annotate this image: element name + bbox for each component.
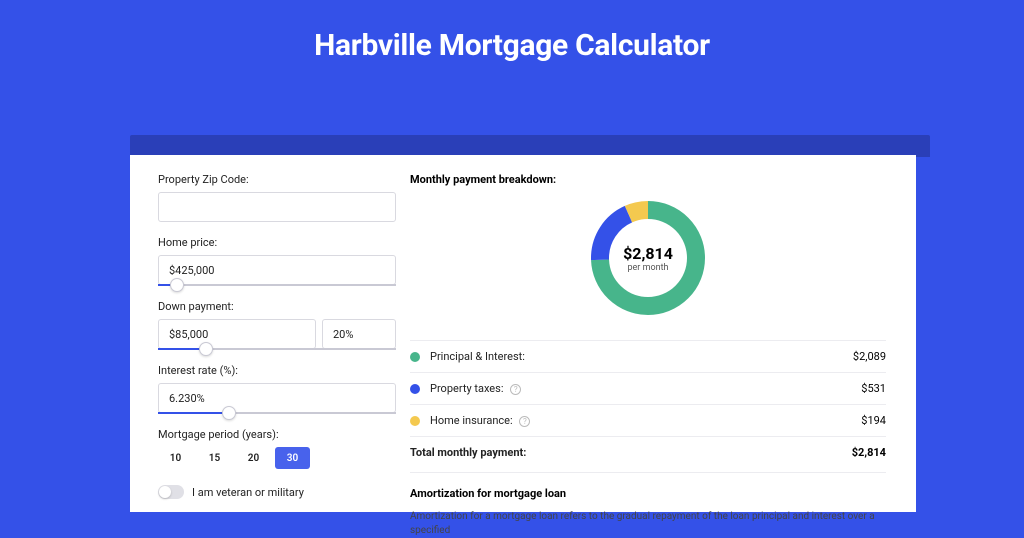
price-label: Home price: xyxy=(158,236,410,249)
zip-input[interactable] xyxy=(158,192,396,222)
amortization-text: Amortization for a mortgage loan refers … xyxy=(410,510,886,538)
legend-principal: Principal & Interest: $2,089 xyxy=(410,340,886,372)
donut-label: per month xyxy=(627,263,668,273)
breakdown-column: Monthly payment breakdown: $2,814 per mo… xyxy=(410,155,916,512)
legend-label-principal: Principal & Interest: xyxy=(430,350,853,363)
legend-label-insurance: Home insurance: ? xyxy=(430,414,861,427)
veteran-toggle[interactable] xyxy=(158,485,184,499)
price-slider-thumb[interactable] xyxy=(170,278,184,292)
donut-chart-container: $2,814 per month xyxy=(410,198,886,318)
form-column: Property Zip Code: Home price: $425,000 … xyxy=(130,155,410,512)
legend-dot-taxes xyxy=(410,384,420,394)
donut-amount: $2,814 xyxy=(623,244,673,263)
donut-center: $2,814 per month xyxy=(588,198,708,318)
down-payment-label: Down payment: xyxy=(158,300,410,313)
legend-dot-principal xyxy=(410,352,420,362)
page-title: Harbville Mortgage Calculator xyxy=(0,0,1024,87)
period-option-20[interactable]: 20 xyxy=(236,447,271,469)
period-options: 10 15 20 30 xyxy=(158,447,410,469)
help-icon[interactable]: ? xyxy=(519,416,530,427)
breakdown-title: Monthly payment breakdown: xyxy=(410,173,886,186)
down-payment-amount-input[interactable]: $85,000 xyxy=(158,319,316,349)
amortization-section: Amortization for mortgage loan Amortizat… xyxy=(410,472,886,538)
zip-label: Property Zip Code: xyxy=(158,173,410,186)
rate-slider[interactable] xyxy=(158,412,396,414)
legend-insurance: Home insurance: ? $194 xyxy=(410,404,886,436)
period-option-15[interactable]: 15 xyxy=(197,447,232,469)
legend-label-total: Total monthly payment: xyxy=(410,446,852,459)
rate-input[interactable]: 6.230% xyxy=(158,383,396,413)
legend-label-taxes: Property taxes: ? xyxy=(430,382,861,395)
calculator-panel: Property Zip Code: Home price: $425,000 … xyxy=(130,155,916,512)
rate-slider-thumb[interactable] xyxy=(222,406,236,420)
donut-chart: $2,814 per month xyxy=(588,198,708,318)
period-label: Mortgage period (years): xyxy=(158,428,410,441)
period-option-30[interactable]: 30 xyxy=(275,447,310,469)
amortization-title: Amortization for mortgage loan xyxy=(410,487,886,500)
down-payment-slider[interactable] xyxy=(158,348,396,350)
down-payment-pct-input[interactable]: 20% xyxy=(322,319,396,349)
rate-label: Interest rate (%): xyxy=(158,364,410,377)
legend-total: Total monthly payment: $2,814 xyxy=(410,436,886,468)
help-icon[interactable]: ? xyxy=(510,384,521,395)
down-payment-slider-thumb[interactable] xyxy=(199,342,213,356)
legend-value-insurance: $194 xyxy=(861,414,886,427)
price-slider[interactable] xyxy=(158,284,396,286)
legend-taxes: Property taxes: ? $531 xyxy=(410,372,886,404)
veteran-label: I am veteran or military xyxy=(192,486,304,499)
price-input[interactable]: $425,000 xyxy=(158,255,396,285)
period-option-10[interactable]: 10 xyxy=(158,447,193,469)
veteran-toggle-knob xyxy=(159,486,171,498)
legend-dot-insurance xyxy=(410,416,420,426)
legend-value-principal: $2,089 xyxy=(853,350,886,363)
legend-value-total: $2,814 xyxy=(852,446,886,459)
veteran-toggle-row: I am veteran or military xyxy=(158,485,410,499)
legend-value-taxes: $531 xyxy=(861,382,886,395)
panel-shadow xyxy=(130,135,930,157)
